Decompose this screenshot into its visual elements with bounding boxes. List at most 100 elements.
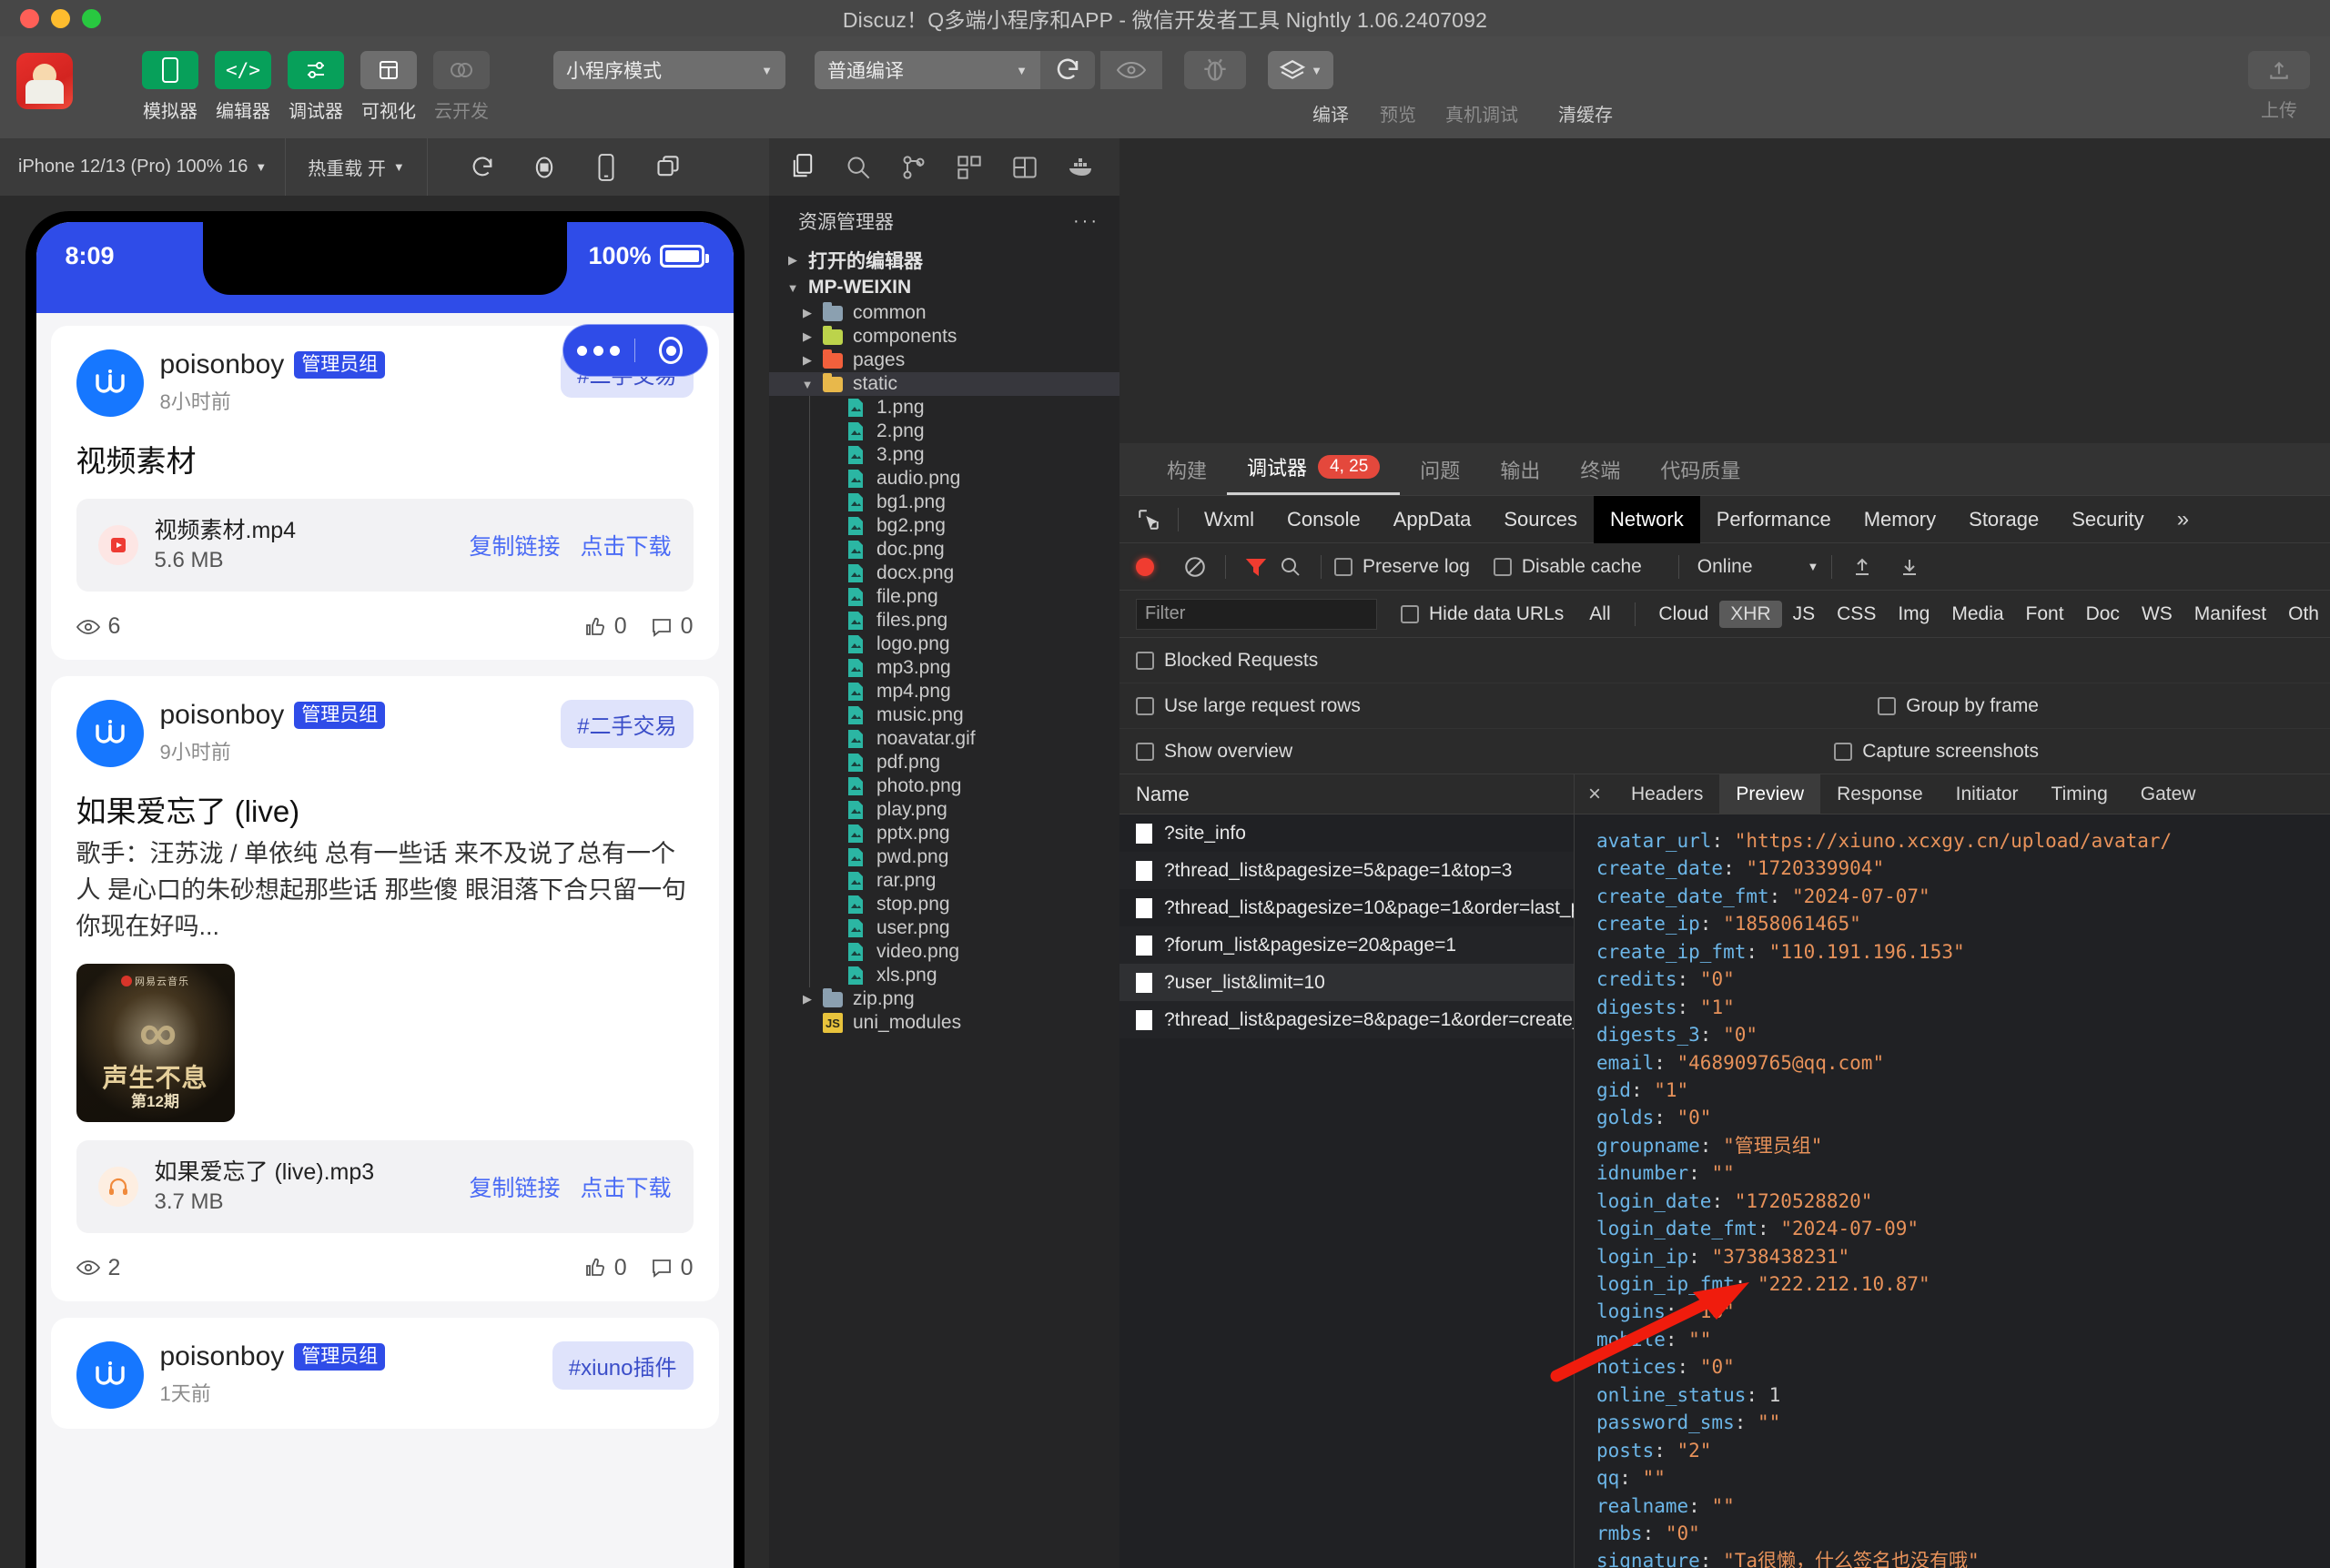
post-attachment[interactable]: 如果爱忘了 (live).mp3 3.7 MB 复制链接 点击下载	[76, 1139, 694, 1233]
json-preview[interactable]: avatar_url: "https://xiuno.xcxgy.cn/uplo…	[1575, 814, 2330, 1568]
filter-type-doc[interactable]: Doc	[2075, 603, 2131, 625]
album-cover-image[interactable]: 网易云音乐 ∞ 声生不息 第12期	[76, 963, 235, 1122]
tree-item-file[interactable]: ▶bg1.png	[769, 491, 1119, 514]
tree-item-file[interactable]: ▶pptx.png	[769, 822, 1119, 845]
filter-type-js[interactable]: JS	[1782, 603, 1827, 625]
post-tag[interactable]: #二手交易	[561, 700, 694, 748]
tab-timing[interactable]: Timing	[2035, 774, 2124, 814]
tab-output[interactable]: 输出	[1480, 455, 1560, 495]
tree-item-file[interactable]: ▶logo.png	[769, 632, 1119, 656]
section-open-editors[interactable]: ▶ 打开的编辑器	[769, 247, 1119, 274]
tool-debugger[interactable]: 调试器	[288, 51, 344, 123]
filter-icon[interactable]	[1239, 556, 1273, 578]
device-icon[interactable]	[592, 153, 621, 182]
tree-item-file[interactable]: ▶3.png	[769, 443, 1119, 467]
tab-debugger[interactable]: 调试器 4, 25	[1227, 452, 1401, 495]
filter-type-media[interactable]: Media	[1940, 603, 2014, 625]
filter-type-other[interactable]: Oth	[2277, 603, 2330, 625]
comment-stat[interactable]: 0	[651, 1255, 694, 1281]
upload-button[interactable]: 上传	[2248, 51, 2310, 122]
tab-appdata[interactable]: AppData	[1377, 496, 1488, 543]
table-row[interactable]: ?thread_list&pagesize=10&page=1&order=la…	[1119, 889, 1574, 926]
filter-type-all[interactable]: All	[1578, 603, 1621, 625]
tree-item-file[interactable]: ▶video.png	[769, 940, 1119, 964]
tree-item-common[interactable]: ▶ common	[769, 301, 1119, 325]
tree-item-file[interactable]: ▶mp4.png	[769, 680, 1119, 703]
tree-item-file[interactable]: ▶bg2.png	[769, 514, 1119, 538]
inspect-element-icon[interactable]	[1129, 508, 1169, 531]
tree-item-components[interactable]: ▶ components	[769, 325, 1119, 349]
tab-preview[interactable]: Preview	[1719, 774, 1821, 814]
tree-item-file[interactable]: ▶music.png	[769, 703, 1119, 727]
filter-type-xhr[interactable]: XHR	[1719, 600, 1782, 628]
record-icon[interactable]	[530, 153, 559, 182]
capture-screenshots-checkbox[interactable]: Capture screenshots	[1834, 741, 2039, 763]
table-row[interactable]: ?site_info	[1119, 814, 1574, 852]
table-row[interactable]: ?forum_list&pagesize=20&page=1	[1119, 926, 1574, 964]
checkbox[interactable]	[1136, 696, 1154, 715]
table-row[interactable]: ?user_list&limit=10	[1119, 964, 1574, 1001]
close-capsule-icon[interactable]	[635, 337, 707, 364]
checkbox[interactable]	[1401, 604, 1420, 623]
tab-sources[interactable]: Sources	[1487, 496, 1594, 543]
source-control-icon[interactable]	[886, 138, 941, 196]
tree-item-file[interactable]: ▶xls.png	[769, 964, 1119, 987]
tab-network[interactable]: Network	[1594, 495, 1700, 543]
copy-link-button[interactable]: 复制链接	[469, 529, 560, 561]
avatar[interactable]	[76, 1340, 144, 1409]
tool-simulator[interactable]: 模拟器	[142, 51, 198, 123]
tool-editor[interactable]: </> 编辑器	[215, 51, 271, 123]
files-icon[interactable]	[775, 138, 830, 196]
clear-cache-button[interactable]: ▼	[1268, 51, 1333, 89]
use-large-rows-checkbox[interactable]: Use large request rows	[1136, 695, 1361, 717]
tree-item-file[interactable]: ▶user.png	[769, 916, 1119, 940]
checkbox[interactable]	[1878, 696, 1897, 715]
search-icon[interactable]	[830, 138, 886, 196]
post-feed[interactable]: poisonboy 管理员组 8小时前 #二手交易 视频素材	[35, 313, 734, 1568]
post-tag[interactable]: #xiuno插件	[552, 1340, 694, 1390]
tab-wxml[interactable]: Wxml	[1188, 496, 1271, 543]
table-row[interactable]: ?thread_list&pagesize=8&page=1&order=cre…	[1119, 1001, 1574, 1038]
tree-item-file[interactable]: ▶docx.png	[769, 561, 1119, 585]
refresh-icon[interactable]	[468, 153, 497, 182]
mini-program-capsule[interactable]	[562, 324, 708, 377]
tree-item-file[interactable]: ▶play.png	[769, 798, 1119, 822]
blocked-requests-checkbox[interactable]: Blocked Requests	[1136, 650, 1318, 672]
filter-type-cloud[interactable]: Cloud	[1647, 603, 1719, 625]
download-button[interactable]: 点击下载	[580, 529, 671, 561]
tree-item-app-js[interactable]: ▶ JS uni_modules	[769, 1011, 1119, 1035]
more-icon[interactable]	[563, 345, 635, 356]
docker-icon[interactable]	[1052, 138, 1108, 196]
checkbox[interactable]	[1834, 742, 1853, 761]
tree-item-file[interactable]: ▶photo.png	[769, 774, 1119, 798]
table-row[interactable]: ?thread_list&pagesize=5&page=1&top=3	[1119, 852, 1574, 889]
post-card[interactable]: poisonboy 管理员组 9小时前 #二手交易 如果爱忘了 (live) 歌…	[50, 676, 719, 1301]
tool-visualization[interactable]: 可视化	[360, 51, 417, 123]
tab-terminal[interactable]: 终端	[1560, 455, 1640, 495]
file-tree[interactable]: ▶ 打开的编辑器 ▼ MP-WEIXIN ▶ common ▶ componen…	[769, 247, 1119, 1568]
tree-item-file[interactable]: ▶files.png	[769, 609, 1119, 632]
tab-build[interactable]: 构建	[1147, 455, 1227, 495]
hot-reload-select[interactable]: 热重载 开 ▼	[286, 154, 426, 180]
group-by-frame-checkbox[interactable]: Group by frame	[1878, 695, 2039, 717]
tab-performance[interactable]: Performance	[1700, 496, 1848, 543]
like-stat[interactable]: 0	[584, 1255, 627, 1281]
avatar[interactable]	[76, 700, 144, 767]
filter-type-manifest[interactable]: Manifest	[2183, 603, 2277, 625]
request-list[interactable]: Name ?site_info ?thread_list&pagesize=5&…	[1119, 774, 1575, 1568]
tab-gateway[interactable]: Gatew	[2124, 774, 2213, 814]
tree-item-file[interactable]: ▶pwd.png	[769, 845, 1119, 869]
compile-button[interactable]	[1040, 51, 1095, 89]
layout-icon[interactable]	[997, 138, 1052, 196]
windows-icon[interactable]	[653, 153, 683, 182]
export-har-icon[interactable]	[1892, 556, 1927, 578]
tree-item-file[interactable]: ▶file.png	[769, 585, 1119, 609]
tree-item-uni-modules[interactable]: ▶ zip.png	[769, 987, 1119, 1011]
preview-button[interactable]	[1100, 51, 1162, 89]
tree-item-file[interactable]: ▶audio.png	[769, 467, 1119, 491]
mode-select[interactable]: 小程序模式 ▼	[553, 51, 785, 89]
tab-initiator[interactable]: Initiator	[1940, 774, 2035, 814]
extensions-icon[interactable]	[941, 138, 997, 196]
like-stat[interactable]: 0	[584, 613, 627, 640]
more-tabs-button[interactable]: »	[2161, 496, 2205, 543]
